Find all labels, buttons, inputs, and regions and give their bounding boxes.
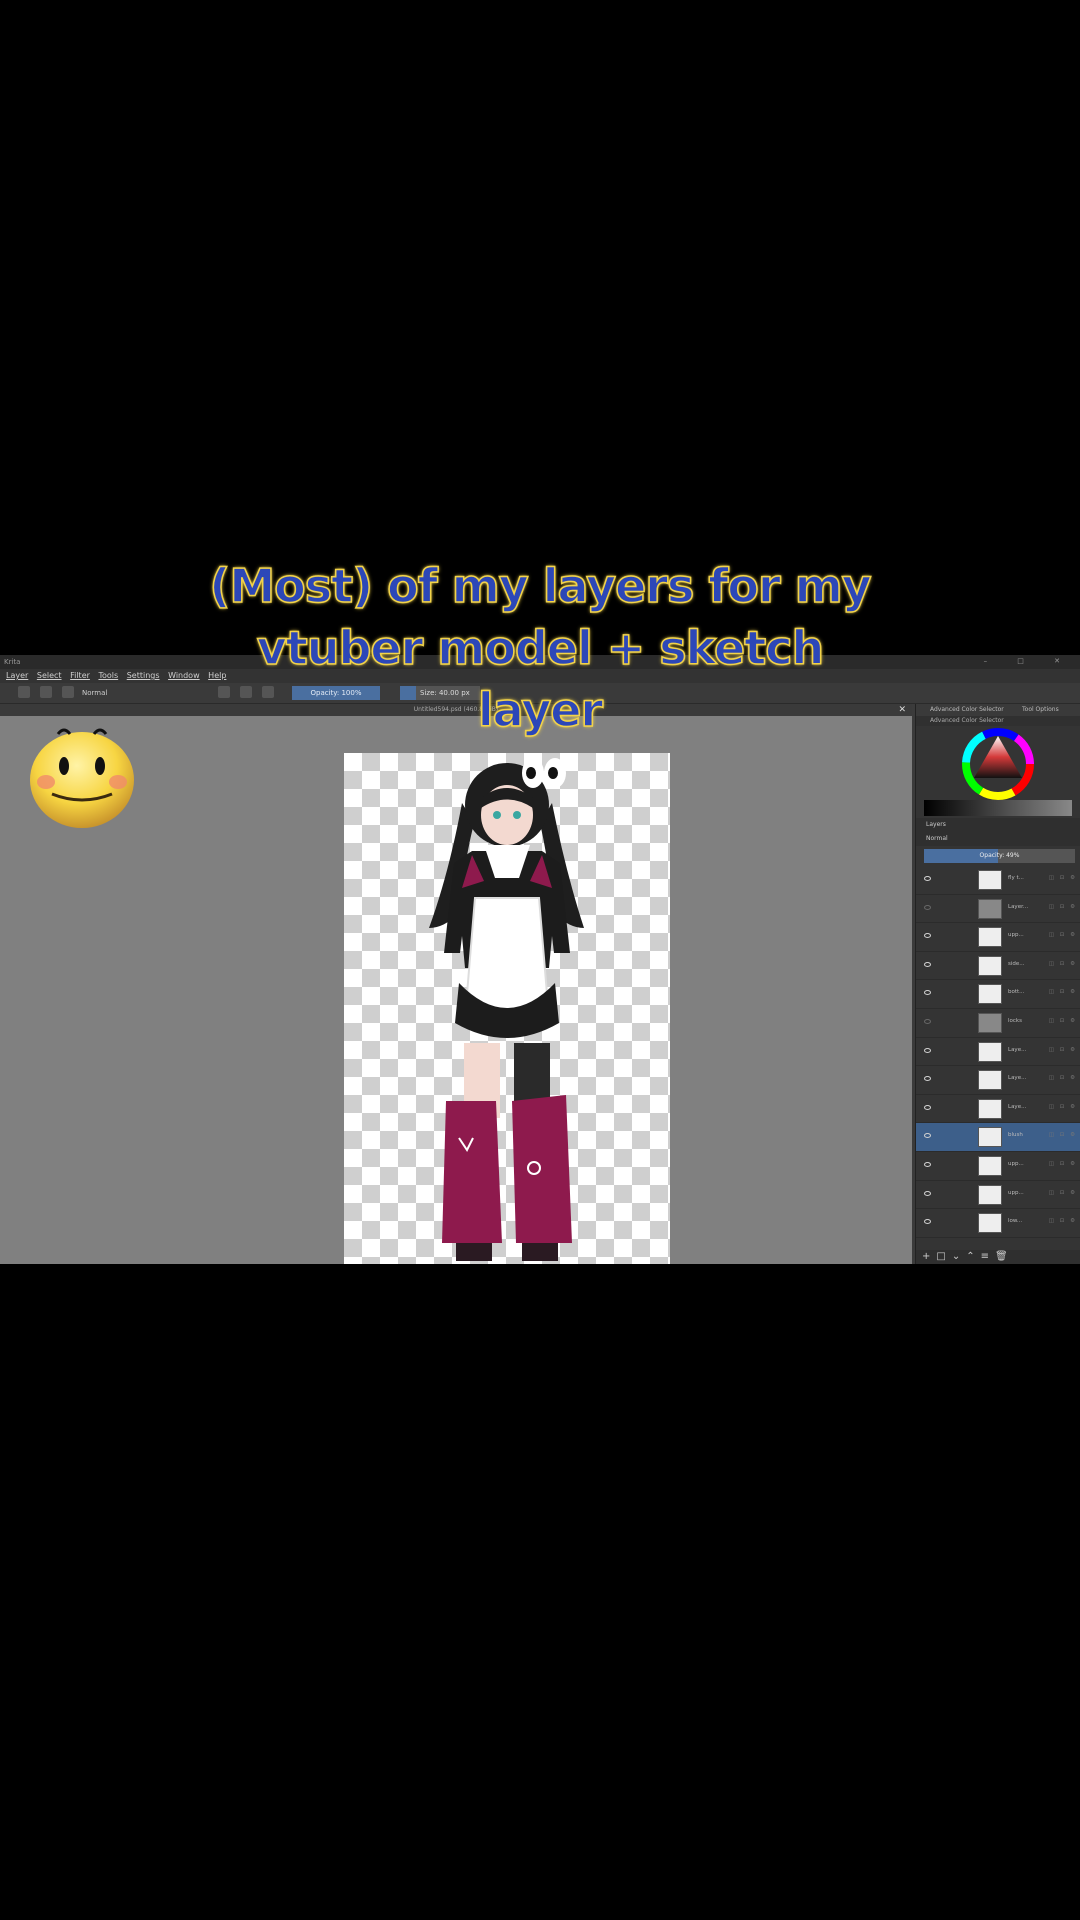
layers-blend-mode[interactable]: Normal: [916, 832, 1080, 846]
layer-thumbnail: [978, 1098, 1002, 1119]
layer-name: upp...: [1008, 1189, 1024, 1196]
layer-thumbnail: [978, 927, 1002, 948]
layer-name: Layer...: [1008, 903, 1029, 910]
layer-lock-icons[interactable]: ◫ ⊡ ⚙: [1049, 1190, 1077, 1196]
layer-row[interactable]: upp... ◫ ⊡ ⚙: [916, 923, 1080, 952]
visibility-eye-icon[interactable]: [924, 876, 931, 881]
layer-row[interactable]: upp... ◫ ⊡ ⚙: [916, 1181, 1080, 1210]
visibility-eye-icon[interactable]: [924, 1076, 931, 1082]
move-up-icon[interactable]: ⌃: [966, 1251, 980, 1262]
layer-row[interactable]: low... ◫ ⊡ ⚙: [916, 1209, 1080, 1238]
caption-line-2: vtuber model + sketch: [256, 620, 825, 676]
visibility-eye-icon[interactable]: [924, 990, 931, 996]
delete-layer-icon[interactable]: 🗑: [995, 1251, 1014, 1262]
layer-name: Laye...: [1008, 1075, 1027, 1082]
layer-row[interactable]: blush ◫ ⊡ ⚙: [916, 1123, 1080, 1152]
layer-name: side...: [1008, 960, 1025, 967]
layer-properties-icon[interactable]: ≡: [981, 1251, 995, 1262]
layer-actions-bar: +□⌄⌃≡🗑: [916, 1250, 1080, 1264]
layer-name: low...: [1008, 1218, 1023, 1225]
layer-lock-icons[interactable]: ◫ ⊡ ⚙: [1049, 1161, 1077, 1167]
layer-thumbnail: [978, 1127, 1002, 1148]
visibility-eye-icon[interactable]: [924, 904, 931, 910]
layer-name: upp...: [1008, 1160, 1024, 1167]
layer-list: fly t... ◫ ⊡ ⚙ Layer... ◫ ⊡ ⚙ upp... ◫ ⊡ ⚙ sid…: [916, 866, 1080, 1238]
vtuber-character-artwork: [429, 763, 584, 1261]
duplicate-layer-icon[interactable]: □: [936, 1251, 951, 1262]
layer-lock-icons[interactable]: ◫ ⊡ ⚙: [1049, 932, 1077, 938]
layer-name: upp...: [1008, 932, 1024, 939]
visibility-eye-icon[interactable]: [924, 1219, 931, 1225]
layer-name: bott...: [1008, 989, 1025, 996]
visibility-eye-icon[interactable]: [924, 1161, 931, 1167]
layer-lock-icons[interactable]: ◫ ⊡ ⚙: [1049, 961, 1077, 967]
layer-thumbnail: [978, 1184, 1002, 1205]
layer-row[interactable]: upp... ◫ ⊡ ⚙: [916, 1152, 1080, 1181]
visibility-eye-icon[interactable]: [924, 1190, 931, 1196]
document-canvas[interactable]: [344, 753, 670, 1264]
layer-lock-icons[interactable]: ◫ ⊡ ⚙: [1049, 904, 1077, 910]
layer-name: locks: [1008, 1017, 1022, 1024]
layer-lock-icons[interactable]: ◫ ⊡ ⚙: [1049, 1047, 1077, 1053]
layer-opacity-slider[interactable]: Opacity: 49%: [924, 849, 1075, 863]
layer-row[interactable]: Laye... ◫ ⊡ ⚙: [916, 1095, 1080, 1124]
visibility-eye-icon[interactable]: [924, 1104, 931, 1110]
layer-thumbnail: [978, 1070, 1002, 1091]
layer-row[interactable]: Laye... ◫ ⊡ ⚙: [916, 1038, 1080, 1067]
layer-row[interactable]: locks ◫ ⊡ ⚙: [916, 1009, 1080, 1038]
layer-lock-icons[interactable]: ◫ ⊡ ⚙: [1049, 1132, 1077, 1138]
layer-thumbnail: [978, 1155, 1002, 1176]
layers-header: Layers: [916, 818, 1080, 832]
layer-lock-icons[interactable]: ◫ ⊡ ⚙: [1049, 1018, 1077, 1024]
layer-name: blush: [1008, 1132, 1023, 1139]
visibility-eye-icon[interactable]: [924, 933, 931, 939]
layer-row[interactable]: bott... ◫ ⊡ ⚙: [916, 980, 1080, 1009]
layer-opacity-label: Opacity: 49%: [979, 852, 1020, 859]
layer-lock-icons[interactable]: ◫ ⊡ ⚙: [1049, 1075, 1077, 1081]
layer-name: fly t...: [1008, 875, 1024, 881]
visibility-eye-icon[interactable]: [924, 1047, 931, 1053]
layer-thumbnail: [978, 1041, 1002, 1062]
layer-thumbnail: [978, 870, 1002, 890]
visibility-eye-icon[interactable]: [924, 961, 931, 967]
layer-thumbnail: [978, 984, 1002, 1005]
layer-thumbnail: [978, 1012, 1002, 1033]
add-layer-icon[interactable]: +: [922, 1251, 936, 1262]
layer-lock-icons[interactable]: ◫ ⊡ ⚙: [1049, 1218, 1077, 1224]
layer-name: Laye...: [1008, 1046, 1027, 1053]
caption-line-3: layer: [0, 679, 1080, 803]
layer-thumbnail: [978, 898, 1002, 919]
layer-thumbnail: [978, 955, 1002, 976]
layer-lock-icons[interactable]: ◫ ⊡ ⚙: [1049, 1104, 1077, 1110]
layer-name: Laye...: [1008, 1103, 1027, 1110]
video-caption: (Most) of my layers for my vtuber model …: [0, 555, 1080, 803]
visibility-eye-icon[interactable]: [924, 1133, 931, 1139]
visibility-eye-icon[interactable]: [924, 1018, 931, 1024]
move-down-icon[interactable]: ⌄: [952, 1251, 966, 1262]
layer-row[interactable]: side... ◫ ⊡ ⚙: [916, 952, 1080, 981]
layer-row[interactable]: Laye... ◫ ⊡ ⚙: [916, 1066, 1080, 1095]
layer-lock-icons[interactable]: ◫ ⊡ ⚙: [1049, 875, 1077, 881]
caption-line-3-text: layer: [477, 682, 604, 738]
layer-row[interactable]: Layer... ◫ ⊡ ⚙: [916, 895, 1080, 924]
layer-lock-icons[interactable]: ◫ ⊡ ⚙: [1049, 989, 1077, 995]
layer-row[interactable]: fly t... ◫ ⊡ ⚙: [916, 866, 1080, 895]
eyes-emoji-icon: [8, 741, 1080, 803]
layer-thumbnail: [978, 1213, 1002, 1234]
caption-line-1: (Most) of my layers for my: [209, 558, 873, 614]
